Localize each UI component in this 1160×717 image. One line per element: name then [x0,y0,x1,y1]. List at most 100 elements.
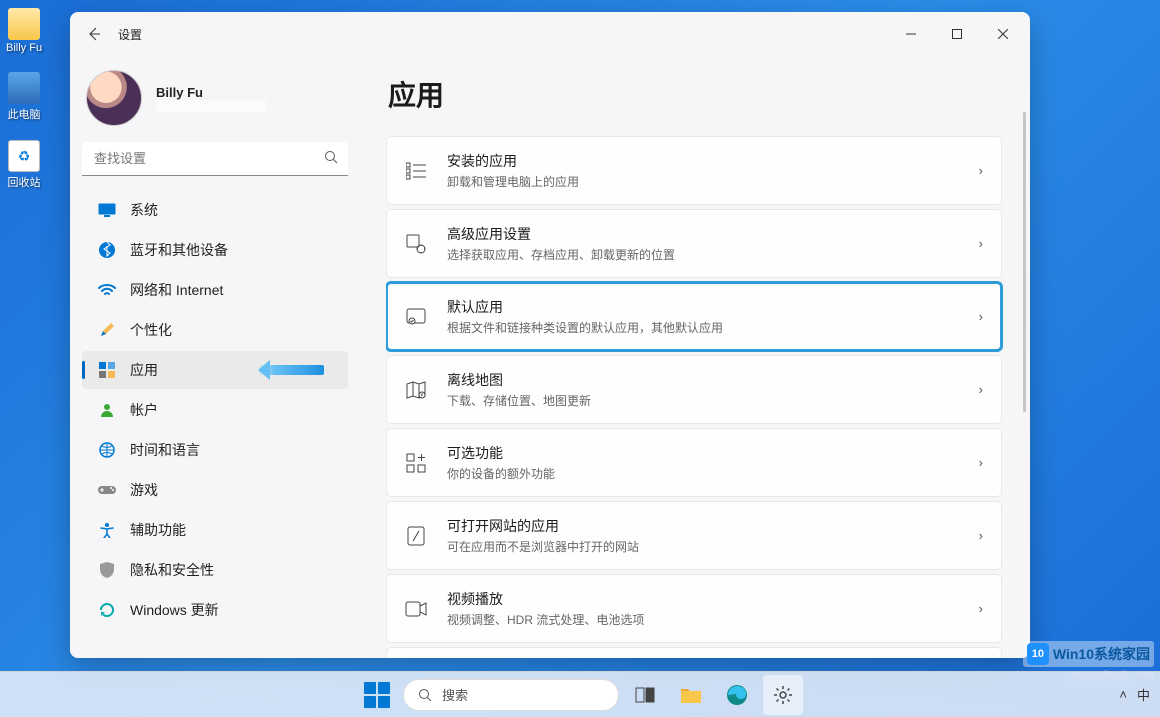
card-default-apps[interactable]: 默认应用 根据文件和链接种类设置的默认应用，其他默认应用 › [386,282,1002,351]
desktop-icon-label: 此电脑 [8,106,41,122]
maximize-button[interactable] [934,19,980,49]
list-icon [405,160,427,182]
desktop-icon-this-pc[interactable]: 此电脑 [6,72,42,122]
user-email-redacted [156,100,266,112]
person-icon [98,401,116,419]
sidebar-item-accounts[interactable]: 帐户 [82,391,348,429]
advanced-settings-icon [405,233,427,255]
taskbar-tray: ˄ 中 [1119,685,1150,704]
sidebar-item-gaming[interactable]: 游戏 [82,471,348,509]
sidebar-item-label: 应用 [130,360,158,380]
windows-icon [364,682,390,708]
chevron-right-icon: › [979,601,983,616]
close-button[interactable] [980,19,1026,49]
wifi-icon [98,281,116,299]
shield-icon [98,561,116,579]
sidebar: Billy Fu 系统 蓝牙和其他设备 [70,56,362,658]
start-button[interactable] [357,675,397,715]
card-apps-for-websites[interactable]: 可打开网站的应用 可在应用而不是浏览器中打开的网站 › [386,501,1002,570]
sidebar-item-network[interactable]: 网络和 Internet [82,271,348,309]
globe-clock-icon [98,441,116,459]
gear-icon [772,684,794,706]
taskbar-task-view[interactable] [625,675,665,715]
desktop-icon-label: Billy Fu [6,42,42,54]
sidebar-item-label: 蓝牙和其他设备 [130,240,228,260]
card-startup[interactable]: 启动 [386,647,1002,658]
card-offline-maps[interactable]: 离线地图 下载、存储位置、地图更新 › [386,355,1002,424]
sidebar-item-label: 辅助功能 [130,520,186,540]
chevron-right-icon: › [979,236,983,251]
sidebar-nav: 系统 蓝牙和其他设备 网络和 Internet 个性化 应用 [80,190,362,630]
taskbar-search-placeholder: 搜索 [442,685,468,704]
back-button[interactable] [76,16,112,52]
card-title: 视频播放 [447,589,959,609]
desktop-icon-recycle-bin[interactable]: 回收站 [6,140,42,190]
tray-ime[interactable]: 中 [1137,685,1150,704]
taskbar: 搜索 ˄ 中 [0,671,1160,717]
sidebar-item-bluetooth[interactable]: 蓝牙和其他设备 [82,231,348,269]
sidebar-item-apps[interactable]: 应用 [82,351,348,389]
scrollbar[interactable] [1022,112,1028,650]
scrollbar-thumb[interactable] [1023,112,1026,412]
watermark: 10 Win10系统家园 [1023,641,1154,667]
search-container [82,142,348,176]
chevron-right-icon: › [979,382,983,397]
card-installed-apps[interactable]: 安装的应用 卸载和管理电脑上的应用 › [386,136,1002,205]
sidebar-item-time-language[interactable]: 时间和语言 [82,431,348,469]
settings-window: 设置 Billy Fu [70,12,1030,658]
sidebar-item-label: 游戏 [130,480,158,500]
content-area: 应用 安装的应用 卸载和管理电脑上的应用 › 高级应用设置 选择获取应用、存档应… [362,56,1030,658]
folder-icon [8,8,40,40]
annotation-arrow [258,365,324,375]
card-desc: 你的设备的额外功能 [447,465,959,482]
features-icon [405,452,427,474]
sidebar-item-label: 系统 [130,200,158,220]
card-desc: 下载、存储位置、地图更新 [447,392,959,409]
chevron-right-icon: › [979,309,983,324]
desktop-icons: Billy Fu 此电脑 回收站 [6,8,42,190]
edge-icon [726,684,748,706]
taskbar-explorer[interactable] [671,675,711,715]
page-title: 应用 [388,74,1022,114]
tray-expand-icon[interactable]: ˄ [1119,687,1127,702]
card-title: 高级应用设置 [447,224,959,244]
search-input[interactable] [82,142,348,176]
accessibility-icon [98,521,116,539]
card-optional-features[interactable]: 可选功能 你的设备的额外功能 › [386,428,1002,497]
card-title: 默认应用 [447,297,959,317]
desktop-icon-label: 回收站 [8,174,41,190]
chevron-right-icon: › [979,528,983,543]
card-advanced-app-settings[interactable]: 高级应用设置 选择获取应用、存档应用、卸载更新的位置 › [386,209,1002,278]
apps-icon [98,361,116,379]
taskbar-search[interactable]: 搜索 [403,679,619,711]
sidebar-item-windows-update[interactable]: Windows 更新 [82,591,348,629]
sidebar-item-label: 网络和 Internet [130,280,223,300]
recycle-bin-icon [8,140,40,172]
card-desc: 视频调整、HDR 流式处理、电池选项 [447,611,959,628]
sidebar-item-system[interactable]: 系统 [82,191,348,229]
minimize-button[interactable] [888,19,934,49]
folder-icon [680,686,702,704]
sidebar-item-privacy[interactable]: 隐私和安全性 [82,551,348,589]
user-profile[interactable]: Billy Fu [80,62,362,140]
sidebar-item-label: 隐私和安全性 [130,560,214,580]
window-title: 设置 [118,26,142,43]
video-icon [405,598,427,620]
taskbar-edge[interactable] [717,675,757,715]
system-icon [98,201,116,219]
desktop-icon-folder[interactable]: Billy Fu [6,8,42,54]
watermark-logo-icon: 10 [1027,643,1049,665]
sidebar-item-personalization[interactable]: 个性化 [82,311,348,349]
this-pc-icon [8,72,40,104]
settings-list: 安装的应用 卸载和管理电脑上的应用 › 高级应用设置 选择获取应用、存档应用、卸… [386,136,1022,658]
chevron-right-icon: › [979,455,983,470]
sidebar-item-accessibility[interactable]: 辅助功能 [82,511,348,549]
card-desc: 选择获取应用、存档应用、卸载更新的位置 [447,246,959,263]
card-desc: 可在应用而不是浏览器中打开的网站 [447,538,959,555]
back-arrow-icon [86,26,102,42]
map-icon [405,379,427,401]
taskbar-settings[interactable] [763,675,803,715]
sidebar-item-label: 时间和语言 [130,440,200,460]
card-video-playback[interactable]: 视频播放 视频调整、HDR 流式处理、电池选项 › [386,574,1002,643]
sidebar-item-label: Windows 更新 [130,600,219,620]
